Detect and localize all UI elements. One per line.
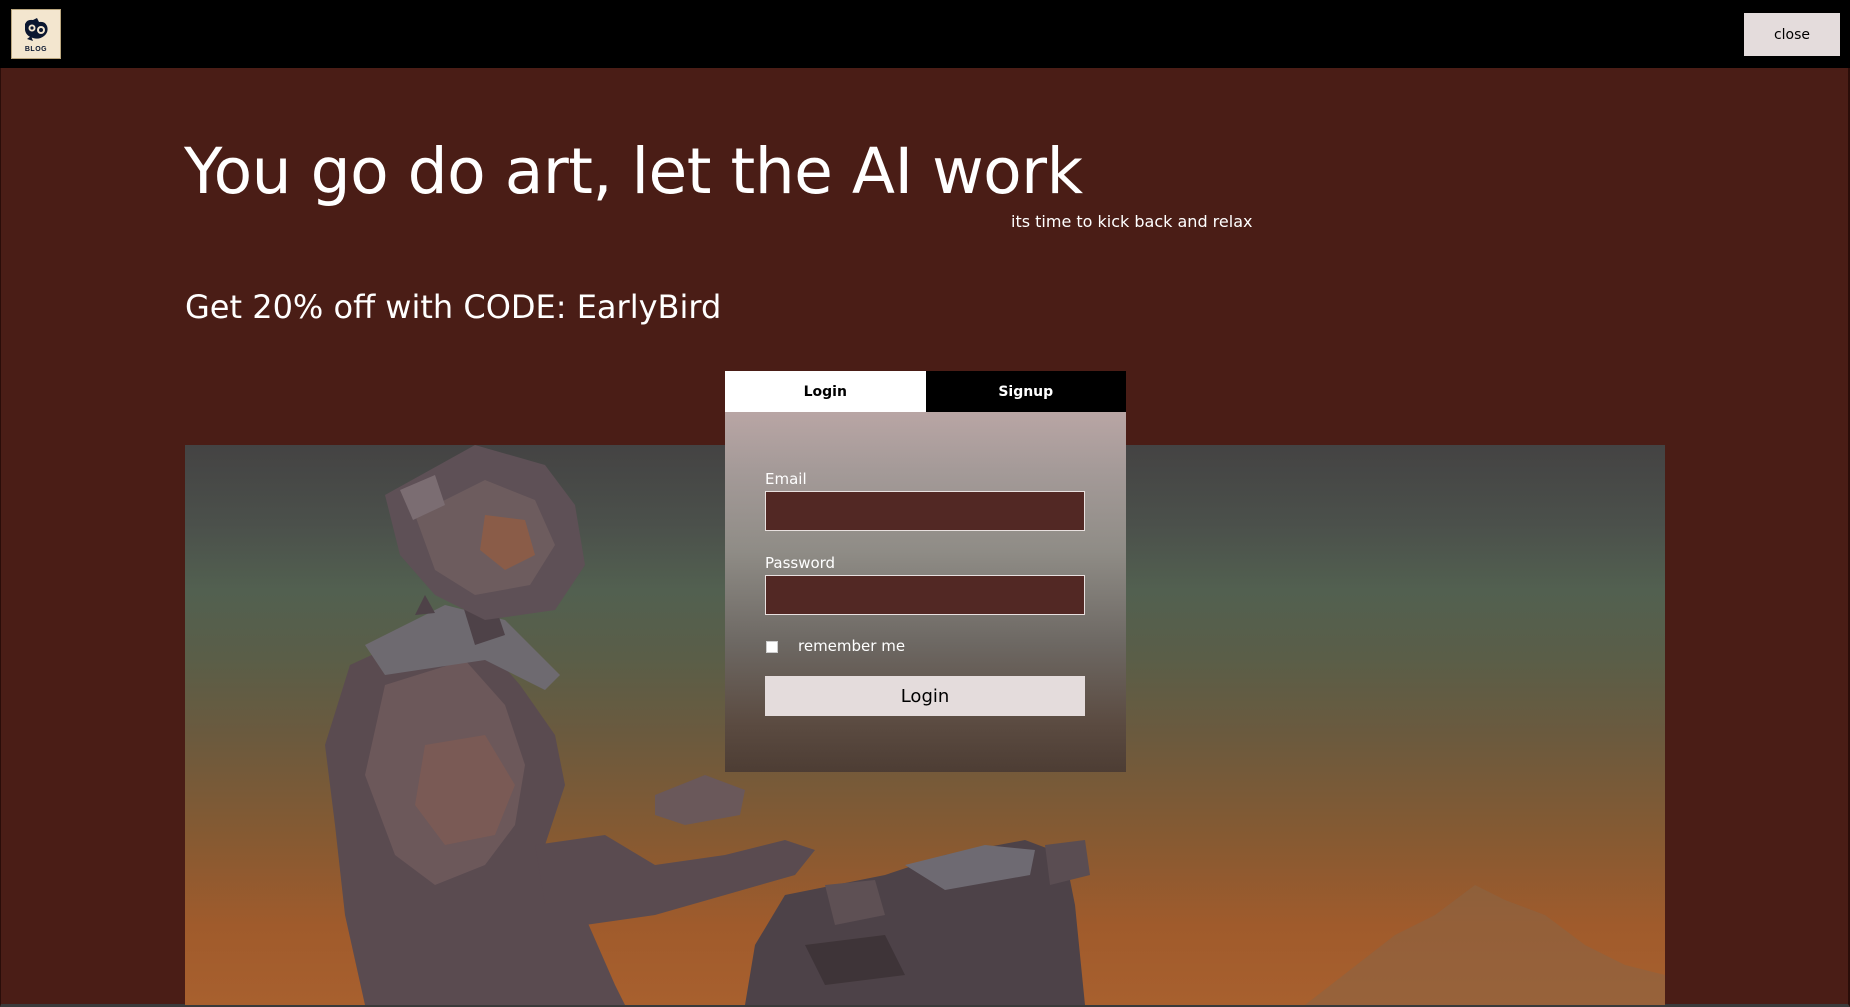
auth-card: Login Signup Email Password remember me … [725, 371, 1126, 772]
headline: You go do art, let the AI work [184, 135, 1083, 208]
subheadline: its time to kick back and relax [1011, 212, 1253, 231]
top-bar: BLOG close [0, 0, 1850, 68]
logo-text: BLOG [24, 46, 48, 53]
remember-me-checkbox[interactable] [766, 641, 778, 653]
remember-me-label: remember me [798, 637, 906, 655]
camera-bird-icon [25, 18, 48, 41]
email-label: Email [765, 470, 807, 488]
password-field[interactable] [765, 575, 1085, 615]
auth-tabs: Login Signup [725, 371, 1126, 412]
email-field[interactable] [765, 491, 1085, 531]
tab-login[interactable]: Login [725, 371, 926, 412]
promo-code-text: Get 20% off with CODE: EarlyBird [185, 288, 722, 326]
login-submit-button[interactable]: Login [765, 676, 1085, 716]
blog-logo[interactable]: BLOG [11, 9, 61, 59]
password-label: Password [765, 554, 836, 572]
close-button[interactable]: close [1744, 13, 1840, 56]
tab-signup[interactable]: Signup [925, 371, 1126, 412]
